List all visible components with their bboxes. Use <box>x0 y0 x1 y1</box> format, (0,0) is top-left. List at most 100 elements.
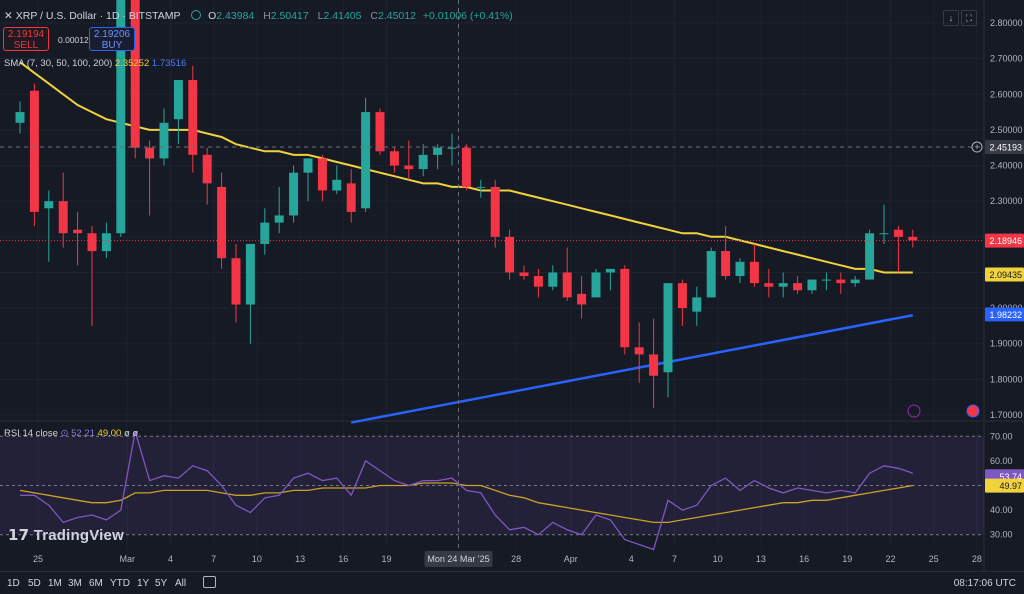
tf-1m[interactable]: 1M <box>48 578 62 589</box>
last-price-label: 2.18946 <box>989 236 1022 246</box>
tf-3m[interactable]: 3M <box>68 578 82 589</box>
rsi-legend-extra: ø ø <box>123 428 139 439</box>
candle-body <box>476 186 486 188</box>
candle-body <box>73 229 83 234</box>
rsi-legend-ma: 49.00 <box>97 428 122 439</box>
close-icon[interactable]: ✕ <box>4 10 13 22</box>
download-icon[interactable]: ↓ <box>943 10 959 26</box>
candle-body <box>821 279 831 281</box>
tf-ytd[interactable]: YTD <box>110 578 130 589</box>
candle-body <box>44 201 54 209</box>
candle-body <box>735 261 745 277</box>
rsi-axis-label: 40.00 <box>990 505 1013 515</box>
tf-all[interactable]: All <box>175 578 186 589</box>
candle-body <box>375 112 385 152</box>
clock[interactable]: 08:17:06 UTC <box>954 578 1016 589</box>
time-axis-label: Apr <box>564 554 578 564</box>
price-axis-label: 2.60000 <box>990 89 1023 99</box>
candle-body <box>634 347 644 355</box>
time-axis-label: 13 <box>756 554 766 564</box>
candle-body <box>361 112 371 209</box>
candle-body <box>447 147 457 149</box>
rsi-eye-icon[interactable]: ⊙ <box>61 428 69 439</box>
sma-legend-slow: 1.73516 <box>151 58 187 69</box>
tradingview-logo[interactable]: 𝟭𝟳 TradingView <box>8 526 124 544</box>
candle-body <box>145 147 155 159</box>
sell-button[interactable]: 2.19194 SELL <box>3 27 49 51</box>
symbol-title[interactable]: XRP / U.S. Dollar · 1D · BITSTAMP <box>16 10 181 22</box>
tf-5d[interactable]: 5D <box>28 578 41 589</box>
add-alert-plus: + <box>974 142 979 152</box>
candle-body <box>130 0 140 148</box>
candle-body <box>461 147 471 187</box>
close-value: 2.45012 <box>378 10 416 22</box>
candle-body <box>620 268 630 348</box>
candle-body <box>433 147 443 155</box>
candle-body <box>303 158 313 173</box>
sma-layer <box>19 61 914 424</box>
candle-body <box>577 293 587 305</box>
rsi-ma-value-label: 49.97 <box>999 481 1022 491</box>
time-axis-label: Mon 24 Mar '25 <box>427 554 489 564</box>
candle-body <box>317 158 327 191</box>
rsi-layer <box>0 431 984 551</box>
candle-body <box>173 80 183 120</box>
price-axis-label: 2.50000 <box>990 125 1023 135</box>
calendar-icon[interactable] <box>203 576 216 588</box>
sma-legend-fast: 2.35252 <box>114 58 150 69</box>
time-axis-label: 25 <box>33 554 43 564</box>
tf-1y[interactable]: 1Y <box>137 578 149 589</box>
tf-1d[interactable]: 1D <box>7 578 20 589</box>
candle-body <box>346 183 356 212</box>
expand-icon[interactable]: ⛶ <box>961 10 977 26</box>
high-value: 2.50417 <box>270 10 309 22</box>
time-axis-label: Mar <box>120 554 136 564</box>
sma-slow-label: 1.98232 <box>989 310 1022 320</box>
chart-header: ✕ XRP / U.S. Dollar · 1D · BITSTAMP O2.4… <box>4 10 513 22</box>
tf-6m[interactable]: 6M <box>89 578 103 589</box>
rsi-legend-value: 52.21 <box>71 428 95 439</box>
time-axis-label: 4 <box>629 554 634 564</box>
price-axis-label: 2.80000 <box>990 18 1023 28</box>
buy-label: BUY <box>101 40 123 51</box>
crosshair-price-label: 2.45193 <box>989 143 1022 153</box>
tf-5y[interactable]: 5Y <box>155 578 167 589</box>
candle-body <box>562 272 572 298</box>
sma-legend[interactable]: SMA (7, 30, 50, 100, 200) 2.35252 1.7351… <box>4 58 186 69</box>
candle-body <box>418 154 428 170</box>
candle-body <box>850 279 860 284</box>
high-label: H <box>263 10 271 22</box>
price-chart[interactable]: 2.80000 2.70000 2.60000 2.50000 2.40000 2.300… <box>0 0 1024 593</box>
price-axis-label: 1.90000 <box>990 339 1023 349</box>
tv-logo-text: TradingView <box>33 527 124 544</box>
rsi-legend[interactable]: RSI 14 close ⊙ 52.21 49.00 ø ø <box>4 428 138 439</box>
candle-body <box>389 151 399 166</box>
candle-body <box>677 283 687 309</box>
candle-body <box>202 154 212 184</box>
price-axis-label: 1.70000 <box>990 410 1023 420</box>
time-axis-label: 7 <box>211 554 216 564</box>
sma-slow-line <box>350 313 914 424</box>
candle-body <box>649 354 659 376</box>
sma-legend-name: SMA (7, 30, 50, 100, 200) <box>4 58 113 69</box>
candle-body <box>404 165 414 170</box>
time-axis-label: 13 <box>295 554 305 564</box>
time-axis-label: 19 <box>842 554 852 564</box>
candle-body <box>764 283 774 287</box>
sell-label: SELL <box>13 40 39 51</box>
buy-button[interactable]: 2.19206 BUY <box>89 27 135 51</box>
candle-body <box>231 258 241 305</box>
candle-body <box>749 261 759 284</box>
candle-body <box>879 233 889 235</box>
candle-body <box>591 272 601 298</box>
candle-body <box>836 279 846 284</box>
time-axis-label: 16 <box>799 554 809 564</box>
low-value: 2.41405 <box>323 10 362 22</box>
candle-body <box>159 122 169 159</box>
open-value: 2.43984 <box>216 10 255 22</box>
rsi-axis-label: 70.00 <box>990 431 1013 441</box>
candle-body <box>778 283 788 287</box>
candle-body <box>533 276 543 287</box>
rsi-legend-name: RSI 14 close <box>4 428 58 439</box>
candle-body <box>692 297 702 312</box>
